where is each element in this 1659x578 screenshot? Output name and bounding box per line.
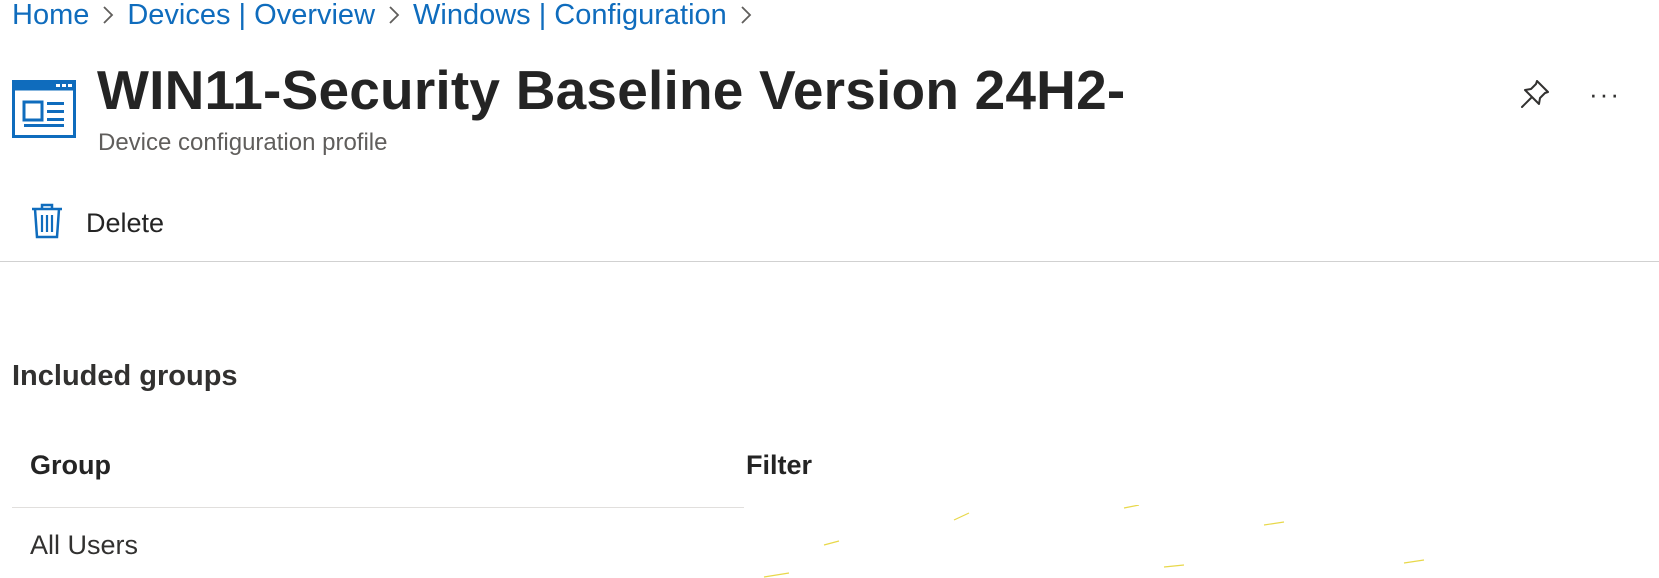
chevron-right-icon	[387, 4, 401, 26]
more-options-button[interactable]: ···	[1585, 74, 1625, 114]
pin-icon[interactable]	[1515, 74, 1555, 114]
page-title: WIN11-Security Baseline Version 24H2-	[97, 59, 1126, 121]
breadcrumb-devices-overview[interactable]: Devices | Overview	[127, 0, 375, 32]
trash-icon	[30, 202, 64, 245]
table-cell-group: All Users	[30, 530, 139, 560]
breadcrumb-windows-configuration[interactable]: Windows | Configuration	[413, 0, 727, 32]
delete-button[interactable]: Delete	[30, 200, 164, 246]
column-header-filter[interactable]: Filter	[746, 450, 812, 481]
table-header-divider	[12, 507, 744, 508]
breadcrumb-home[interactable]: Home	[12, 0, 89, 32]
delete-label: Delete	[86, 207, 165, 238]
config-profile-icon	[12, 80, 76, 138]
chevron-right-icon	[739, 4, 753, 26]
page-subtitle: Device configuration profile	[98, 129, 388, 156]
command-bar-divider	[0, 261, 1659, 262]
chevron-right-icon	[101, 4, 115, 26]
section-title: Included groups	[12, 360, 238, 392]
page: Home Devices | Overview Windows | Config…	[0, 0, 1659, 578]
redacted-area	[763, 505, 1425, 578]
breadcrumb: Home Devices | Overview Windows | Config…	[12, 0, 765, 32]
column-header-group[interactable]: Group	[30, 450, 111, 481]
